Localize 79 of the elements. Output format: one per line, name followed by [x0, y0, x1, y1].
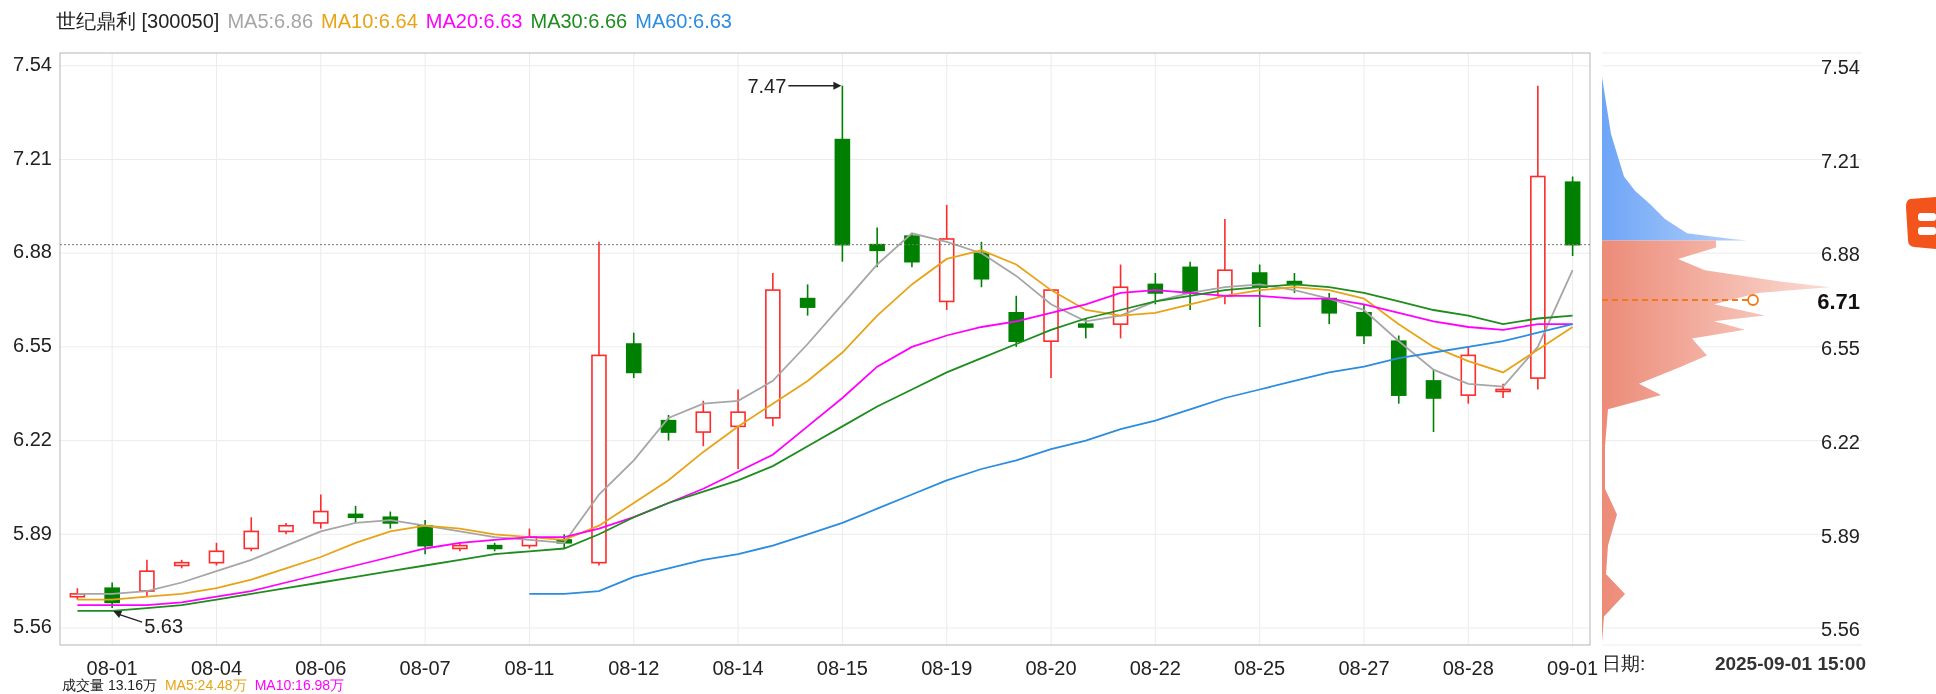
- indicator-value: MA60:6.63: [635, 9, 732, 34]
- volume-label: 成交量 13.16万: [62, 678, 157, 692]
- candlestick: [486, 542, 503, 553]
- candlestick: [973, 241, 990, 289]
- current-price-label: 6.71: [1817, 288, 1860, 314]
- axis-label: 7.54: [13, 53, 52, 76]
- indicator-value: MA10:6.64: [321, 9, 418, 34]
- axis-label: 08-01: [86, 657, 138, 676]
- candlestick: [625, 331, 642, 379]
- axis-label: 6.55: [1821, 337, 1860, 360]
- candlestick: [278, 522, 294, 536]
- axis-label: 7.21: [1821, 149, 1860, 172]
- axis-label: 6.88: [13, 240, 52, 263]
- candlestick: [313, 493, 329, 530]
- indicator-value: MA10:16.98万: [254, 678, 345, 692]
- axis-label: 08-22: [1129, 657, 1181, 676]
- indicator-value: MA5:24.48万: [164, 678, 247, 692]
- annotation-label: 7.47: [747, 74, 787, 97]
- axis-label: 08-19: [921, 657, 973, 676]
- annotation-arrow: [113, 611, 143, 623]
- candlestick: [104, 581, 120, 609]
- candlestick: [1425, 368, 1442, 433]
- indicator-value: MA5:6.86: [227, 9, 314, 34]
- axis-label: 5.56: [1821, 618, 1860, 641]
- axis-label: 08-11: [504, 657, 555, 676]
- candlestick: [1008, 294, 1025, 348]
- candlestick: [1251, 263, 1268, 328]
- annotation-arrow: [787, 81, 842, 90]
- candlestick: [556, 533, 572, 550]
- axis-label: 08-15: [816, 657, 868, 676]
- date-label: 日期:: [1602, 651, 1646, 676]
- candlestick: [1356, 303, 1372, 345]
- candlestick: [69, 587, 86, 601]
- axis-label: 08-06: [295, 657, 347, 676]
- candlestick: [869, 226, 885, 269]
- date-value: 2025-09-01 15:00: [1714, 651, 1866, 676]
- candlestick: [347, 505, 364, 524]
- axis-label: 5.89: [1821, 524, 1860, 547]
- stock-title: 世纪鼎利 [300050]: [56, 9, 220, 34]
- annotation-label: 5.63: [144, 615, 184, 638]
- candlestick: [452, 542, 468, 553]
- axis-label: 08-12: [608, 657, 660, 676]
- candlestick: [208, 542, 225, 567]
- candlestick: [243, 516, 260, 553]
- axis-label: 7.54: [1821, 56, 1860, 79]
- axis-label: 08-20: [1025, 657, 1077, 676]
- candlestick: [904, 232, 920, 269]
- candlestick: [1147, 272, 1164, 306]
- indicator-value: MA30:6.66: [530, 9, 628, 34]
- candlestick: [1390, 334, 1407, 405]
- candlestick: [695, 400, 712, 448]
- axis-label: 6.22: [1821, 430, 1860, 453]
- candlestick: [799, 283, 816, 317]
- indicator-value: MA20:6.63: [425, 9, 523, 34]
- axis-label: 6.55: [13, 334, 52, 357]
- axis-label: 08-14: [712, 657, 764, 676]
- candlestick: [1286, 272, 1303, 294]
- candlestick: [521, 527, 538, 550]
- axis-label: 5.56: [13, 615, 52, 638]
- candlestick: [660, 414, 677, 442]
- candlestick: [1078, 317, 1094, 340]
- axis-label: 7.21: [13, 146, 52, 169]
- candlestick: [417, 519, 433, 555]
- candlestick: [1460, 346, 1477, 405]
- axis-label: 08-25: [1234, 657, 1286, 676]
- candlestick: [139, 559, 155, 598]
- axis-label: 6.88: [1821, 243, 1860, 266]
- axis-label: 08-28: [1442, 657, 1494, 676]
- axis-label: 08-07: [399, 657, 451, 676]
- candlestick: [173, 559, 190, 570]
- axis-label: 6.22: [13, 427, 52, 450]
- axis-label: 5.89: [13, 521, 52, 544]
- axis-label: 08-04: [190, 657, 243, 676]
- axis-label: 09-01: [1547, 657, 1598, 676]
- candlestick: [382, 510, 399, 530]
- axis-label: 08-27: [1338, 657, 1390, 676]
- candlestick: [1321, 292, 1337, 325]
- candlestick: [1495, 382, 1511, 399]
- candlestick: [1182, 260, 1198, 311]
